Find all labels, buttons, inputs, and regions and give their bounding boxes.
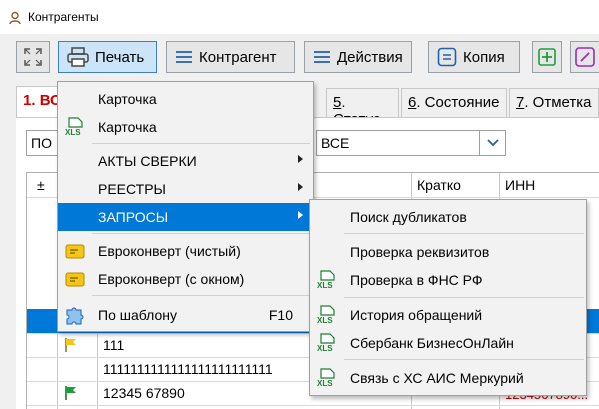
print-menu: Карточка XLS Карточка АКТЫ СВЕРКИ РЕЕСТР… — [57, 81, 314, 332]
chevron-down-icon[interactable] — [479, 131, 505, 155]
xls-icon: XLS — [317, 305, 335, 325]
expand-icon — [24, 48, 42, 66]
col-header-pm[interactable]: ± — [37, 177, 45, 193]
tab-state[interactable]: 6. Состояние — [401, 88, 507, 117]
print-label: Печать — [95, 48, 145, 66]
actions-button[interactable]: Действия — [304, 41, 412, 73]
svg-text:XLS: XLS — [317, 281, 333, 290]
xls-icon: XLS — [317, 333, 335, 353]
menu-item-reconciliation[interactable]: АКТЫ СВЕРКИ — [58, 147, 313, 175]
table-row[interactable]: 12345 67890 — [103, 385, 185, 401]
requests-submenu: Поиск дубликатов Проверка реквизитов XLS… — [309, 199, 587, 396]
tab-mark[interactable]: 7. Отметка — [509, 88, 599, 117]
add-button[interactable] — [532, 41, 562, 73]
expand-button[interactable] — [16, 41, 50, 73]
title-bar: Контрагенты — [0, 0, 599, 34]
submenu-item-find-duplicates[interactable]: Поиск дубликатов — [310, 203, 586, 231]
svg-text:XLS: XLS — [65, 128, 81, 137]
submenu-arrow-icon — [298, 183, 303, 191]
puzzle-icon — [66, 307, 84, 325]
table-row[interactable]: 111 — [103, 337, 124, 353]
filter-right-select[interactable]: ВСЕ — [316, 130, 506, 156]
col-header-inn[interactable]: ИНН — [505, 177, 535, 193]
flag-yellow-icon — [65, 338, 76, 352]
tab-1-num: 1. — [23, 92, 36, 109]
actions-label: Действия — [337, 48, 403, 66]
edit-icon — [575, 47, 595, 67]
submenu-arrow-icon — [298, 155, 303, 163]
submenu-item-mercury[interactable]: XLS Связь с ХС АИС Меркурий — [310, 364, 586, 392]
col-header-short[interactable]: Кратко — [417, 177, 461, 193]
submenu-arrow-icon — [298, 211, 303, 219]
submenu-item-label: Связь с ХС АИС Меркурий — [350, 370, 524, 386]
copy-label: Копия — [463, 48, 505, 66]
xls-icon: XLS — [317, 368, 335, 388]
menu-item-label: АКТЫ СВЕРКИ — [98, 153, 197, 169]
svg-text:XLS: XLS — [317, 316, 333, 325]
tab-state-label: . Состояние — [416, 94, 500, 111]
submenu-item-label: Проверка реквизитов — [350, 244, 490, 260]
menu-item-label: РЕЕСТРЫ — [98, 181, 166, 197]
counterparty-button[interactable]: Контрагент — [166, 41, 295, 73]
copy-button[interactable]: Копия — [428, 41, 520, 73]
menu-item-by-template[interactable]: По шаблону F10 — [58, 301, 313, 329]
table-row[interactable]: 1111111111111111111111111 — [103, 361, 273, 377]
window-title: Контрагенты — [28, 10, 99, 24]
menu-item-label: ЗАПРОСЫ — [98, 209, 169, 225]
menu-item-card[interactable]: Карточка — [58, 85, 313, 113]
menu-item-label: Карточка — [98, 91, 157, 107]
submenu-item-label: Поиск дубликатов — [350, 209, 467, 225]
envelope-icon — [65, 272, 85, 287]
tab-1[interactable]: 1. ВС — [16, 86, 61, 117]
menu-item-label: Евроконверт (с окном) — [98, 271, 245, 287]
menu-item-envelope-clean[interactable]: Евроконверт (чистый) — [58, 237, 313, 265]
print-button[interactable]: Печать — [58, 41, 157, 73]
person-icon — [9, 11, 21, 25]
menu-item-label: По шаблону — [98, 307, 177, 323]
plus-icon — [538, 48, 556, 66]
menu-item-envelope-window[interactable]: Евроконверт (с окном) — [58, 265, 313, 293]
xls-icon: XLS — [317, 270, 335, 290]
copy-icon — [437, 47, 457, 67]
toolbar: Печать Контрагент Действия Копия — [0, 34, 599, 80]
flag-green-icon — [65, 386, 76, 400]
menu-item-requests[interactable]: ЗАПРОСЫ — [58, 203, 313, 231]
menu-item-registers[interactable]: РЕЕСТРЫ — [58, 175, 313, 203]
svg-text:XLS: XLS — [317, 344, 333, 353]
submenu-item-sberbank[interactable]: XLS Сбербанк БизнесОнЛайн — [310, 329, 586, 357]
submenu-item-history[interactable]: XLS История обращений — [310, 301, 586, 329]
menu-lines-icon — [176, 51, 192, 63]
shortcut-label: F10 — [268, 307, 293, 323]
counterparty-label: Контрагент — [199, 48, 277, 66]
filter-right-value: ВСЕ — [321, 135, 350, 151]
menu-item-label: Евроконверт (чистый) — [98, 243, 241, 259]
xls-icon: XLS — [65, 117, 83, 137]
submenu-item-check-fns[interactable]: XLS Проверка в ФНС РФ — [310, 266, 586, 294]
printer-icon — [67, 47, 89, 67]
submenu-item-check-details[interactable]: Проверка реквизитов — [310, 238, 586, 266]
svg-text:XLS: XLS — [317, 379, 333, 388]
menu-item-label: Карточка — [98, 119, 157, 135]
submenu-item-label: Проверка в ФНС РФ — [350, 272, 483, 288]
envelope-icon — [65, 244, 85, 259]
submenu-item-label: История обращений — [350, 307, 483, 323]
submenu-item-label: Сбербанк БизнесОнЛайн — [350, 335, 514, 351]
tab-status[interactable]: 5. Статус — [326, 88, 399, 128]
tab-mark-label: . Отметка — [524, 94, 592, 111]
menu-item-card-xls[interactable]: XLS Карточка — [58, 113, 313, 141]
edit-button[interactable] — [570, 41, 599, 73]
menu-lines-icon — [314, 51, 330, 63]
